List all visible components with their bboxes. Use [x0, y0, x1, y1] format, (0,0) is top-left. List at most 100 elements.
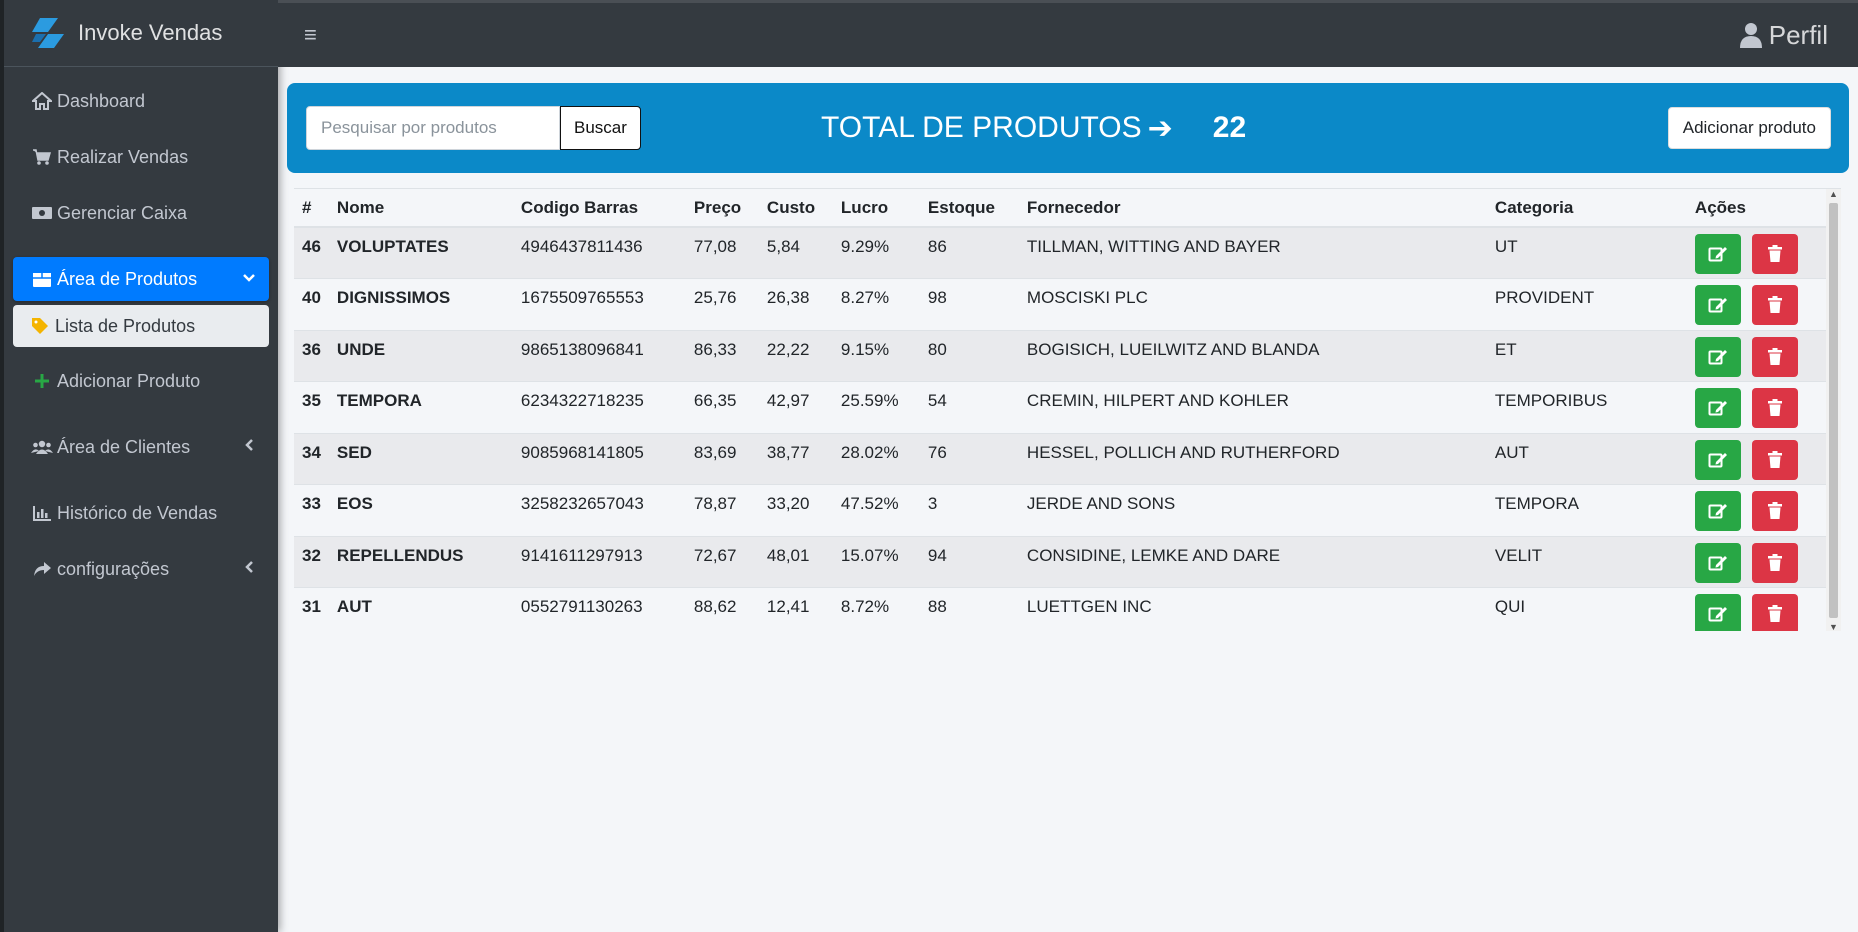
trash-icon: [1767, 347, 1782, 365]
edit-button[interactable]: [1694, 285, 1741, 325]
sidebar-item-area-de-produtos[interactable]: Área de Produtos: [13, 257, 269, 301]
add-product-button[interactable]: Adicionar produto: [1667, 107, 1831, 149]
delete-button[interactable]: [1751, 594, 1798, 631]
cell-custo: 48,01: [758, 535, 833, 588]
cart-icon: [31, 146, 53, 168]
col-header-acoes: Ações: [1686, 189, 1826, 228]
edit-button[interactable]: [1694, 388, 1741, 428]
cell-fornecedor: HESSEL, POLLICH AND RUTHERFORD: [1018, 432, 1487, 485]
chart-icon: [31, 502, 53, 524]
cell-nome: VOLUPTATES: [328, 226, 513, 279]
col-header-codigo: Codigo Barras: [512, 189, 686, 228]
sidebar-item-gerenciar-caixa[interactable]: Gerenciar Caixa: [13, 191, 269, 235]
sidebar-item-configuracoes[interactable]: configurações: [13, 547, 269, 591]
chevron-down-icon: [243, 270, 255, 288]
cell-preco: 88,62: [685, 587, 759, 631]
edit-icon: [1708, 607, 1727, 622]
brand[interactable]: Invoke Vendas: [4, 0, 278, 67]
trash-icon: [1767, 502, 1782, 519]
delete-button[interactable]: [1751, 439, 1798, 480]
search-button[interactable]: Buscar: [560, 106, 641, 150]
cell-fornecedor: BOGISICH, LUEILWITZ AND BLANDA: [1018, 329, 1487, 382]
col-header-custo: Custo: [758, 189, 833, 228]
edit-button[interactable]: [1694, 491, 1741, 531]
sidebar-item-label: Dashboard: [57, 90, 146, 111]
cell-codigo: 6234322718235: [512, 381, 686, 433]
delete-button[interactable]: [1751, 336, 1798, 377]
sidebar-item-label: Realizar Vendas: [57, 146, 189, 167]
scroll-down-icon[interactable]: ▼: [1829, 622, 1838, 631]
box-icon: [31, 268, 53, 290]
sidebar-item-label: Lista de Produtos: [55, 315, 196, 336]
cell-lucro: 8.72%: [832, 587, 920, 631]
plus-icon: [31, 370, 53, 392]
delete-button[interactable]: [1751, 388, 1798, 428]
table-row: 34 SED 9085968141805 83,69 38,77 28.02% …: [294, 432, 1826, 485]
menu-toggle-icon[interactable]: ≡: [304, 22, 317, 48]
cell-lucro: 8.27%: [832, 278, 920, 330]
scroll-thumb[interactable]: [1829, 203, 1838, 618]
sidebar-item-dashboard[interactable]: Dashboard: [13, 79, 269, 123]
table-row: 40 DIGNISSIMOS 1675509765553 25,76 26,38…: [294, 278, 1826, 330]
edit-button[interactable]: [1694, 542, 1741, 583]
edit-icon: [1708, 401, 1727, 416]
sidebar-item-label: Área de Produtos: [57, 268, 198, 289]
table-row: 46 VOLUPTATES 4946437811436 77,08 5,84 9…: [294, 226, 1826, 279]
cell-estoque: 88: [919, 587, 1019, 631]
edit-button[interactable]: [1694, 439, 1741, 480]
edit-button[interactable]: [1694, 594, 1741, 631]
brand-name: Invoke Vendas: [78, 20, 223, 45]
trash-icon: [1767, 450, 1782, 468]
trash-icon: [1767, 605, 1782, 622]
trash-icon: [1767, 399, 1782, 416]
cell-fornecedor: MOSCISKI PLC: [1018, 278, 1487, 330]
col-header-preco: Preço: [685, 189, 759, 228]
cell-categoria: UT: [1486, 226, 1687, 279]
cell-preco: 86,33: [685, 329, 759, 382]
edit-icon: [1708, 452, 1727, 467]
edit-button[interactable]: [1694, 234, 1741, 274]
cell-acoes: [1686, 432, 1826, 485]
cell-categoria: TEMPORA: [1486, 484, 1687, 536]
cell-fornecedor: CONSIDINE, LEMKE AND DARE: [1018, 535, 1487, 588]
tag-icon: [29, 315, 51, 337]
table-row: 35 TEMPORA 6234322718235 66,35 42,97 25.…: [294, 381, 1826, 433]
cell-estoque: 54: [919, 381, 1019, 433]
delete-button[interactable]: [1751, 285, 1798, 325]
cell-id: 32: [294, 535, 329, 588]
edit-icon: [1708, 349, 1727, 364]
edit-icon: [1708, 298, 1727, 313]
cell-categoria: VELIT: [1486, 535, 1687, 588]
delete-button[interactable]: [1751, 234, 1798, 274]
cell-estoque: 86: [919, 226, 1019, 279]
scroll-up-icon[interactable]: ▲: [1829, 189, 1838, 199]
sidebar-item-area-de-clientes[interactable]: Área de Clientes: [13, 425, 269, 469]
sidebar-item-historico-de-vendas[interactable]: Histórico de Vendas: [13, 491, 269, 535]
table-row: 36 UNDE 9865138096841 86,33 22,22 9.15% …: [294, 329, 1826, 382]
edit-icon: [1708, 504, 1727, 519]
sidebar-item-realizar-vendas[interactable]: Realizar Vendas: [13, 135, 269, 179]
cell-lucro: 9.15%: [832, 329, 920, 382]
table-scrollbar[interactable]: ▲ ▼: [1826, 189, 1841, 631]
cell-id: 33: [294, 484, 329, 536]
cell-lucro: 47.52%: [832, 484, 920, 536]
cell-nome: SED: [328, 432, 513, 485]
cell-codigo: 3258232657043: [512, 484, 686, 536]
edit-button[interactable]: [1694, 336, 1741, 377]
cell-custo: 5,84: [758, 226, 833, 279]
sidebar-item-adicionar-produto[interactable]: Adicionar Produto: [13, 359, 269, 403]
col-header-categoria: Categoria: [1486, 189, 1687, 228]
sidebar-item-lista-de-produtos[interactable]: Lista de Produtos: [13, 305, 269, 347]
delete-button[interactable]: [1751, 542, 1798, 583]
delete-button[interactable]: [1751, 491, 1798, 531]
cell-custo: 38,77: [758, 432, 833, 485]
cell-custo: 22,22: [758, 329, 833, 382]
products-table: # Nome Codigo Barras Preço Custo Lucro E…: [294, 189, 1826, 631]
cell-fornecedor: LUETTGEN INC: [1018, 587, 1487, 631]
search-input[interactable]: [306, 106, 560, 150]
cell-codigo: 1675509765553: [512, 278, 686, 330]
cell-nome: AUT: [328, 587, 513, 631]
profile-menu[interactable]: Perfil: [1739, 20, 1828, 51]
cell-categoria: ET: [1486, 329, 1687, 382]
total-count: 22: [1212, 111, 1247, 144]
